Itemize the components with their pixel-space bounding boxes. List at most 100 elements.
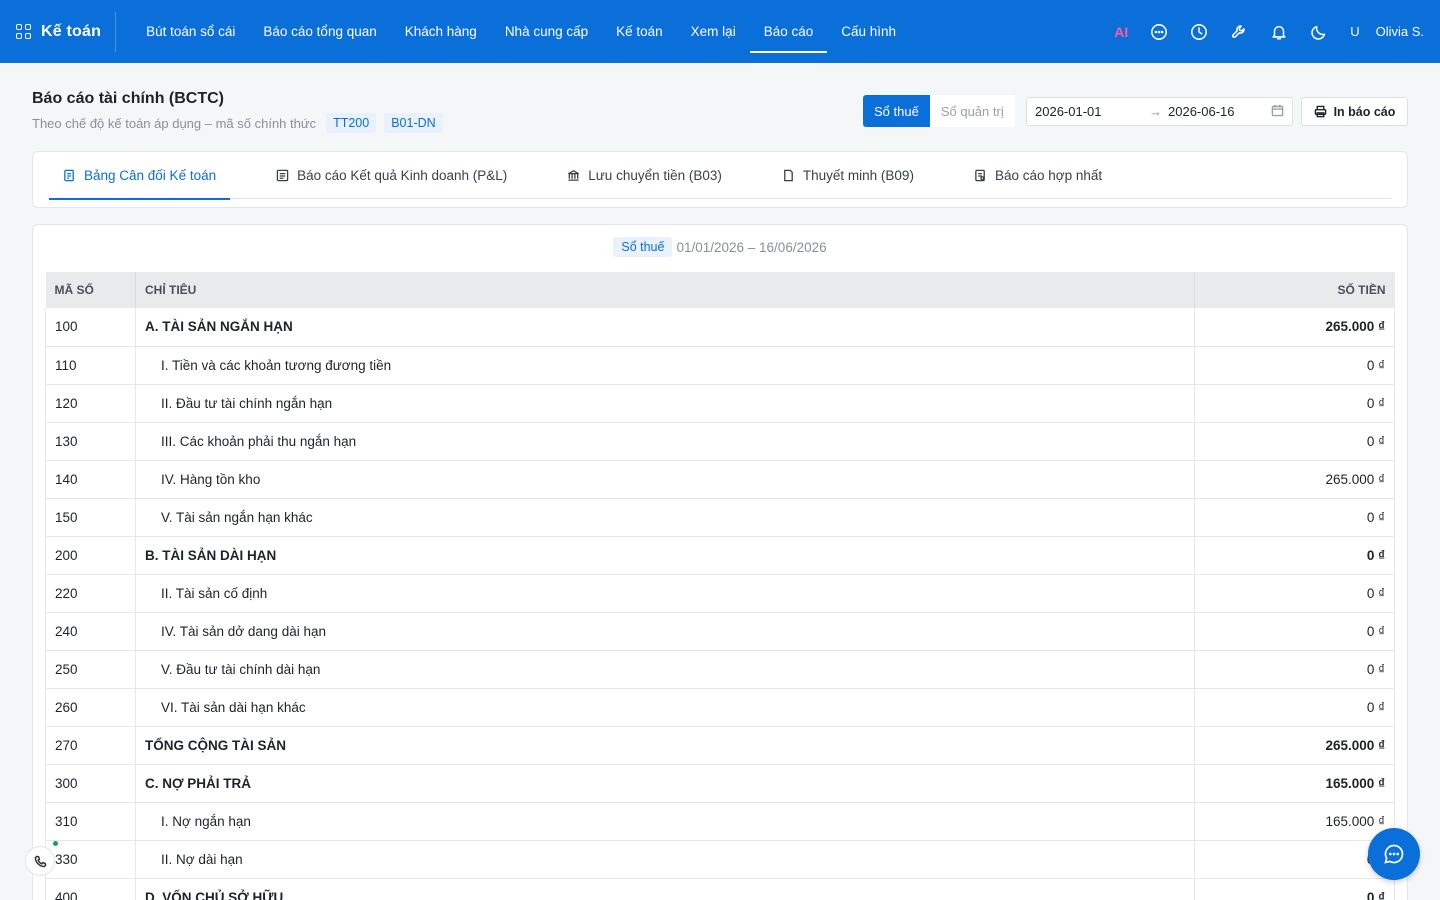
row-item-name: A. TÀI SẢN NGẮN HẠN <box>135 308 1195 347</box>
balance-sheet-table: MÃ SỐ CHỈ TIÊU SỐ TIỀN 100 A. TÀI SẢN NGẮ… <box>45 272 1395 900</box>
income-statement-icon <box>276 169 297 182</box>
table-row[interactable]: 310 I. Nợ ngắn hạn 165.000 ₫ <box>45 802 1395 841</box>
row-amount: 0 ₫ <box>1194 574 1395 613</box>
phone-icon <box>34 855 46 867</box>
nav-item-6[interactable]: Báo cáo <box>749 0 828 63</box>
row-amount: 0 ₫ <box>1194 498 1395 537</box>
row-amount: 0 ₫ <box>1194 422 1395 461</box>
calendar-icon[interactable] <box>1271 104 1284 120</box>
print-report-button[interactable]: In báo cáo <box>1301 97 1408 126</box>
app-brand[interactable]: Kế toán <box>0 11 117 52</box>
table-row[interactable]: 120 II. Đầu tư tài chính ngắn hạn 0 ₫ <box>45 384 1395 423</box>
nav-item-5[interactable]: Xem lại <box>677 0 750 63</box>
row-item-name: C. NỢ PHẢI TRẢ <box>135 764 1195 803</box>
table-row[interactable]: 300 C. NỢ PHẢI TRẢ 165.000 ₫ <box>45 764 1395 803</box>
nav-item-4[interactable]: Kế toán <box>602 0 677 63</box>
consolidated-icon <box>974 169 995 182</box>
tax-book-button[interactable]: Sổ thuế <box>863 95 930 127</box>
table-row[interactable]: 240 IV. Tài sản dở dang dài hạn 0 ₫ <box>45 612 1395 651</box>
date-to-input[interactable]: 2026-06-16 <box>1168 104 1271 119</box>
apps-grid-icon[interactable] <box>16 23 32 40</box>
period-range: 01/01/2026 – 16/06/2026 <box>676 239 827 255</box>
row-code: 260 <box>45 688 136 727</box>
support-chat-button[interactable] <box>1368 828 1420 880</box>
row-amount: 265.000 ₫ <box>1194 308 1395 347</box>
bank-icon <box>567 169 588 182</box>
tab-bank[interactable]: Lưu chuyển tiền (B03) <box>553 152 736 199</box>
printer-icon <box>1314 105 1326 118</box>
column-header-amount[interactable]: SỐ TIỀN <box>1194 272 1395 308</box>
row-amount: 0 ₫ <box>1194 612 1395 651</box>
main-nav: Bút toán sổ cái Báo cáo tổng quan Khách hà… <box>132 0 910 63</box>
bell-icon[interactable] <box>1270 23 1288 41</box>
form-code-tag: B01-DN <box>384 113 443 133</box>
row-amount: 0 ₫ <box>1194 688 1395 727</box>
nav-item-7[interactable]: Cấu hình <box>827 0 910 63</box>
row-code: 300 <box>45 764 136 803</box>
chat-bubble-icon <box>1384 844 1404 864</box>
date-from-input[interactable]: 2026-01-01 <box>1035 104 1143 119</box>
table-row[interactable]: 260 VI. Tài sản dài hạn khác 0 ₫ <box>45 688 1395 727</box>
table-row[interactable]: 100 A. TÀI SẢN NGẮN HẠN 265.000 ₫ <box>45 308 1395 347</box>
period-book-tag: Sổ thuế <box>613 237 673 257</box>
table-row[interactable]: 140 IV. Hàng tồn kho 265.000 ₫ <box>45 460 1395 499</box>
row-amount: 0 ₫ <box>1194 384 1395 423</box>
tab-balance-sheet[interactable]: Bảng Cân đối Kế toán <box>49 152 231 200</box>
table-row[interactable]: 200 B. TÀI SẢN DÀI HẠN 0 ₫ <box>45 536 1395 575</box>
row-item-name: V. Đầu tư tài chính dài hạn <box>135 650 1195 689</box>
row-amount: 165.000 ₫ <box>1194 802 1395 841</box>
ai-assistant-button[interactable]: AI <box>1114 24 1128 40</box>
user-name[interactable]: Olivia S. <box>1376 24 1424 39</box>
row-code: 400 <box>45 878 136 900</box>
table-row[interactable]: 130 III. Các khoản phải thu ngắn hạn 0 ₫ <box>45 422 1395 461</box>
nav-item-1[interactable]: Báo cáo tổng quan <box>249 0 390 63</box>
date-range-picker[interactable]: 2026-01-01 → 2026-06-16 <box>1026 97 1293 126</box>
regime-tag: TT200 <box>326 113 377 133</box>
row-amount: 0 ₫ <box>1194 878 1395 900</box>
row-item-name: III. Các khoản phải thu ngắn hạn <box>135 422 1195 461</box>
nav-item-3[interactable]: Nhà cung cấp <box>491 0 602 63</box>
row-code: 130 <box>45 422 136 461</box>
page-subtitle-text: Theo chế độ kế toán áp dụng – mã số chín… <box>32 115 317 131</box>
row-code: 240 <box>45 612 136 651</box>
row-amount: 0 ₫ <box>1194 346 1395 385</box>
row-code: 220 <box>45 574 136 613</box>
nav-item-0[interactable]: Bút toán sổ cái <box>132 0 249 63</box>
row-code: 250 <box>45 650 136 689</box>
book-type-toggle: Sổ thuế Sổ quản trị <box>863 95 1015 127</box>
chat-icon[interactable] <box>1150 23 1168 41</box>
balance-sheet-card: Sổ thuế 01/01/2026 – 16/06/2026 MÃ SỐ CH… <box>32 224 1408 900</box>
tab-label: Thuyết minh (B09) <box>802 168 914 183</box>
table-row[interactable]: 110 I. Tiền và các khoản tương đương tiền… <box>45 346 1395 385</box>
balance-sheet-icon <box>63 169 84 182</box>
table-row[interactable]: 150 V. Tài sản ngắn hạn khác 0 ₫ <box>45 498 1395 537</box>
tab-income-statement[interactable]: Báo cáo Kết quả Kinh doanh (P&L) <box>262 152 521 199</box>
management-book-button[interactable]: Sổ quản trị <box>929 95 1015 127</box>
row-item-name: B. TÀI SẢN DÀI HẠN <box>135 536 1195 575</box>
top-navigation-bar: Kế toán Bút toán sổ cái Báo cáo tổng quan… <box>0 0 1440 63</box>
row-item-name: I. Tiền và các khoản tương đương tiền <box>135 346 1195 385</box>
report-tabs-card: Bảng Cân đối Kế toán Báo cáo Kết quả Kinh… <box>32 151 1408 208</box>
clock-icon[interactable] <box>1190 23 1208 41</box>
app-name: Kế toán <box>41 22 102 40</box>
table-row[interactable]: 400 D. VỐN CHỦ SỞ HỮU 0 ₫ <box>45 878 1395 900</box>
table-row[interactable]: 330II. Nợ dài hạn0 ₫ <box>45 840 1395 879</box>
tab-label: Lưu chuyển tiền (B03) <box>588 168 722 183</box>
column-header-code[interactable]: MÃ SỐ <box>45 272 136 308</box>
wrench-icon[interactable] <box>1230 23 1248 41</box>
phone-call-button[interactable] <box>25 846 55 876</box>
row-item-name: IV. Tài sản dở dang dài hạn <box>135 612 1195 651</box>
row-item-name: II. Tài sản cố định <box>135 574 1195 613</box>
tab-consolidated[interactable]: Báo cáo hợp nhất <box>960 152 1116 199</box>
table-row[interactable]: 220 II. Tài sản cố định 0 ₫ <box>45 574 1395 613</box>
tab-notes[interactable]: Thuyết minh (B09) <box>768 152 928 199</box>
report-tabs: Bảng Cân đối Kế toán Báo cáo Kết quả Kinh… <box>49 152 1391 200</box>
table-row[interactable]: 270 TỔNG CỘNG TÀI SẢN 265.000 ₫ <box>45 726 1395 765</box>
column-header-item[interactable]: CHỈ TIÊU <box>135 272 1195 308</box>
page-subtitle: Theo chế độ kế toán áp dụng – mã số chín… <box>32 113 443 133</box>
avatar[interactable]: U <box>1350 24 1359 39</box>
moon-icon[interactable] <box>1310 23 1328 41</box>
table-row[interactable]: 250 V. Đầu tư tài chính dài hạn 0 ₫ <box>45 650 1395 689</box>
nav-item-2[interactable]: Khách hàng <box>391 0 491 63</box>
row-amount: 0 ₫ <box>1194 840 1395 879</box>
